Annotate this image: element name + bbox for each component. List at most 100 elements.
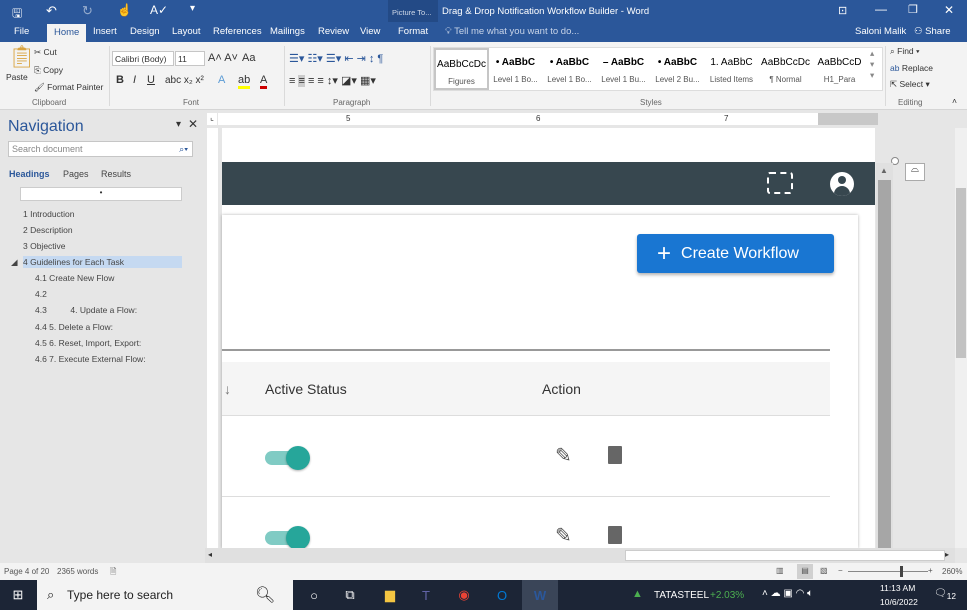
paste-icon[interactable]: 📋︎: [8, 44, 36, 70]
ribbon-display-icon[interactable]: ⊡: [838, 4, 847, 17]
tab-home[interactable]: Home: [47, 24, 87, 42]
find-button[interactable]: ⌕ Find ▾: [890, 46, 920, 57]
chrome-icon[interactable]: ◉: [446, 580, 482, 610]
cut-button[interactable]: ✂ Cut: [34, 47, 57, 58]
tell-me-box[interactable]: 💡︎ Tell me what you want to do...: [445, 26, 579, 37]
nav-heading[interactable]: 2 Description: [23, 225, 73, 235]
highlight-icon[interactable]: ab: [238, 74, 251, 89]
print-layout-icon[interactable]: ▤: [797, 564, 813, 579]
nav-heading[interactable]: 4.5 6. Reset, Import, Export:: [35, 338, 141, 348]
collapse-ribbon-icon[interactable]: ˄: [952, 96, 957, 106]
outlook-icon[interactable]: O: [484, 580, 520, 610]
web-layout-icon[interactable]: ▧: [820, 566, 828, 575]
tab-insert[interactable]: Insert: [93, 26, 117, 37]
pane-options-icon[interactable]: ▾: [176, 119, 181, 130]
nav-heading[interactable]: 4.1 Create New Flow: [35, 273, 114, 283]
clock-time[interactable]: 11:13 AM: [880, 583, 915, 593]
list-icons[interactable]: ☰▾ ☷▾ ☰▾ ⇤ ⇥ ↕ ¶: [289, 52, 383, 65]
page-count[interactable]: Page 4 of 20: [4, 567, 49, 576]
taskbar-search-box[interactable]: ⌕ Type here to search 🔍︎: [37, 580, 293, 610]
close-pane-icon[interactable]: ✕: [188, 117, 198, 131]
tab-review[interactable]: Review: [318, 26, 349, 37]
search-document-input[interactable]: Search document ⌕▾: [8, 141, 193, 157]
minimize-button[interactable]: —: [875, 2, 887, 16]
nav-heading[interactable]: 4.6 7. Execute External Flow:: [35, 354, 146, 364]
style-6[interactable]: AaBbCcDc ¶ Normal: [758, 48, 813, 90]
teams-icon[interactable]: T: [408, 580, 444, 610]
change-case-button[interactable]: Aa: [242, 52, 255, 64]
grow-shrink-font-icons[interactable]: A˄ A˅: [208, 52, 238, 64]
windows-start-icon[interactable]: ⊞: [0, 580, 36, 610]
gallery-scroll-icons[interactable]: ▴ ▾ ▾: [870, 48, 874, 81]
redo-icon[interactable]: ↻: [82, 3, 93, 19]
customize-qat-icon[interactable]: ▾: [190, 3, 195, 14]
undo-icon[interactable]: ↶: [46, 3, 57, 19]
share-button[interactable]: ⚇ Share: [914, 26, 951, 37]
tab-format[interactable]: Format: [398, 26, 428, 37]
paste-button[interactable]: Paste: [6, 72, 28, 82]
task-view-icon[interactable]: ⧉: [332, 580, 368, 610]
notification-icon[interactable]: 🗨︎12: [934, 588, 956, 601]
zoom-in-button[interactable]: +: [928, 566, 933, 575]
layout-options-icon[interactable]: ⌓: [905, 163, 925, 181]
spelling-icon[interactable]: A✓: [150, 3, 168, 17]
tab-pages[interactable]: Pages: [63, 169, 89, 179]
style-5[interactable]: 1. AaBbC Listed Items: [704, 48, 759, 90]
style-4[interactable]: • AaBbC Level 2 Bu...: [650, 48, 705, 90]
scroll-right-icon[interactable]: ▸: [945, 550, 949, 559]
nav-heading[interactable]: 4.3 4. Update a Flow:: [35, 305, 137, 315]
cortana-icon[interactable]: ○: [296, 580, 332, 610]
stock-name[interactable]: TATASTEEL: [654, 590, 709, 601]
alignment-icons[interactable]: ≡ ≡ ≡ ≡ ↕▾ ◪▾ ▦▾: [289, 74, 376, 87]
scroll-left-icon[interactable]: ◂: [208, 550, 212, 559]
user-name[interactable]: Saloni Malik: [855, 26, 906, 37]
proofing-icon[interactable]: 🗎︎: [110, 566, 116, 580]
tab-view[interactable]: View: [360, 26, 380, 37]
style-1[interactable]: • AaBbC Level 1 Bo...: [488, 48, 543, 90]
nav-heading[interactable]: 1 Introduction: [23, 209, 75, 219]
nav-heading[interactable]: 3 Objective: [23, 241, 66, 251]
tab-file[interactable]: File: [14, 26, 29, 37]
tab-layout[interactable]: Layout: [172, 26, 201, 37]
collapse-triangle-icon[interactable]: ◢: [11, 257, 18, 268]
font-color-icon[interactable]: A: [260, 74, 268, 89]
nav-heading[interactable]: 4.2: [35, 289, 47, 299]
word-count[interactable]: 2365 words: [57, 567, 98, 576]
zoom-out-button[interactable]: −: [838, 566, 843, 575]
word-icon[interactable]: W: [522, 580, 558, 610]
zoom-slider-thumb[interactable]: [900, 566, 903, 577]
replace-button[interactable]: ab Replace: [890, 63, 933, 73]
horizontal-scroll-thumb[interactable]: [625, 550, 945, 561]
tab-selector[interactable]: ⌞: [207, 113, 217, 125]
horizontal-ruler[interactable]: 5 6 7: [218, 113, 878, 125]
bold-button[interactable]: B: [116, 74, 124, 86]
search-icon[interactable]: ⌕▾: [179, 144, 188, 155]
format-painter-button[interactable]: 🖌︎ Format Painter: [34, 82, 103, 93]
text-effects-icon[interactable]: A: [218, 74, 225, 86]
nav-heading[interactable]: 4.4 5. Delete a Flow:: [35, 322, 113, 332]
vertical-ruler[interactable]: [207, 128, 218, 548]
file-explorer-icon[interactable]: ▆: [372, 580, 408, 610]
nav-heading[interactable]: 4 Guidelines for Each Task: [23, 256, 182, 268]
zoom-slider[interactable]: [848, 571, 928, 572]
tab-results[interactable]: Results: [101, 169, 131, 179]
close-button[interactable]: ✕: [944, 3, 954, 17]
touch-mode-icon[interactable]: ☝: [117, 3, 132, 17]
tab-design[interactable]: Design: [130, 26, 160, 37]
horizontal-scrollbar[interactable]: ◂ ▸: [205, 548, 955, 563]
underline-button[interactable]: U: [147, 74, 155, 86]
select-button[interactable]: ⇱ Select ▾: [890, 79, 930, 90]
font-size-select[interactable]: 11: [175, 51, 205, 66]
tab-mailings[interactable]: Mailings: [270, 26, 305, 37]
copy-button[interactable]: ⎘ Copy: [34, 65, 63, 76]
font-name-select[interactable]: Calibri (Body): [112, 51, 174, 66]
zoom-level[interactable]: 260%: [942, 567, 962, 576]
clock-date[interactable]: 10/6/2022: [880, 597, 918, 607]
tab-headings[interactable]: Headings: [9, 169, 50, 179]
restore-button[interactable]: ❐: [908, 3, 918, 16]
style-3[interactable]: – AaBbC Level 1 Bu...: [596, 48, 651, 90]
stock-change[interactable]: +2.03%: [710, 590, 744, 601]
tray-icons[interactable]: ˄ ☁ ▣ ◠ 🔈︎: [762, 588, 813, 599]
italic-button[interactable]: I: [133, 74, 136, 86]
read-mode-icon[interactable]: ▥: [776, 566, 784, 575]
